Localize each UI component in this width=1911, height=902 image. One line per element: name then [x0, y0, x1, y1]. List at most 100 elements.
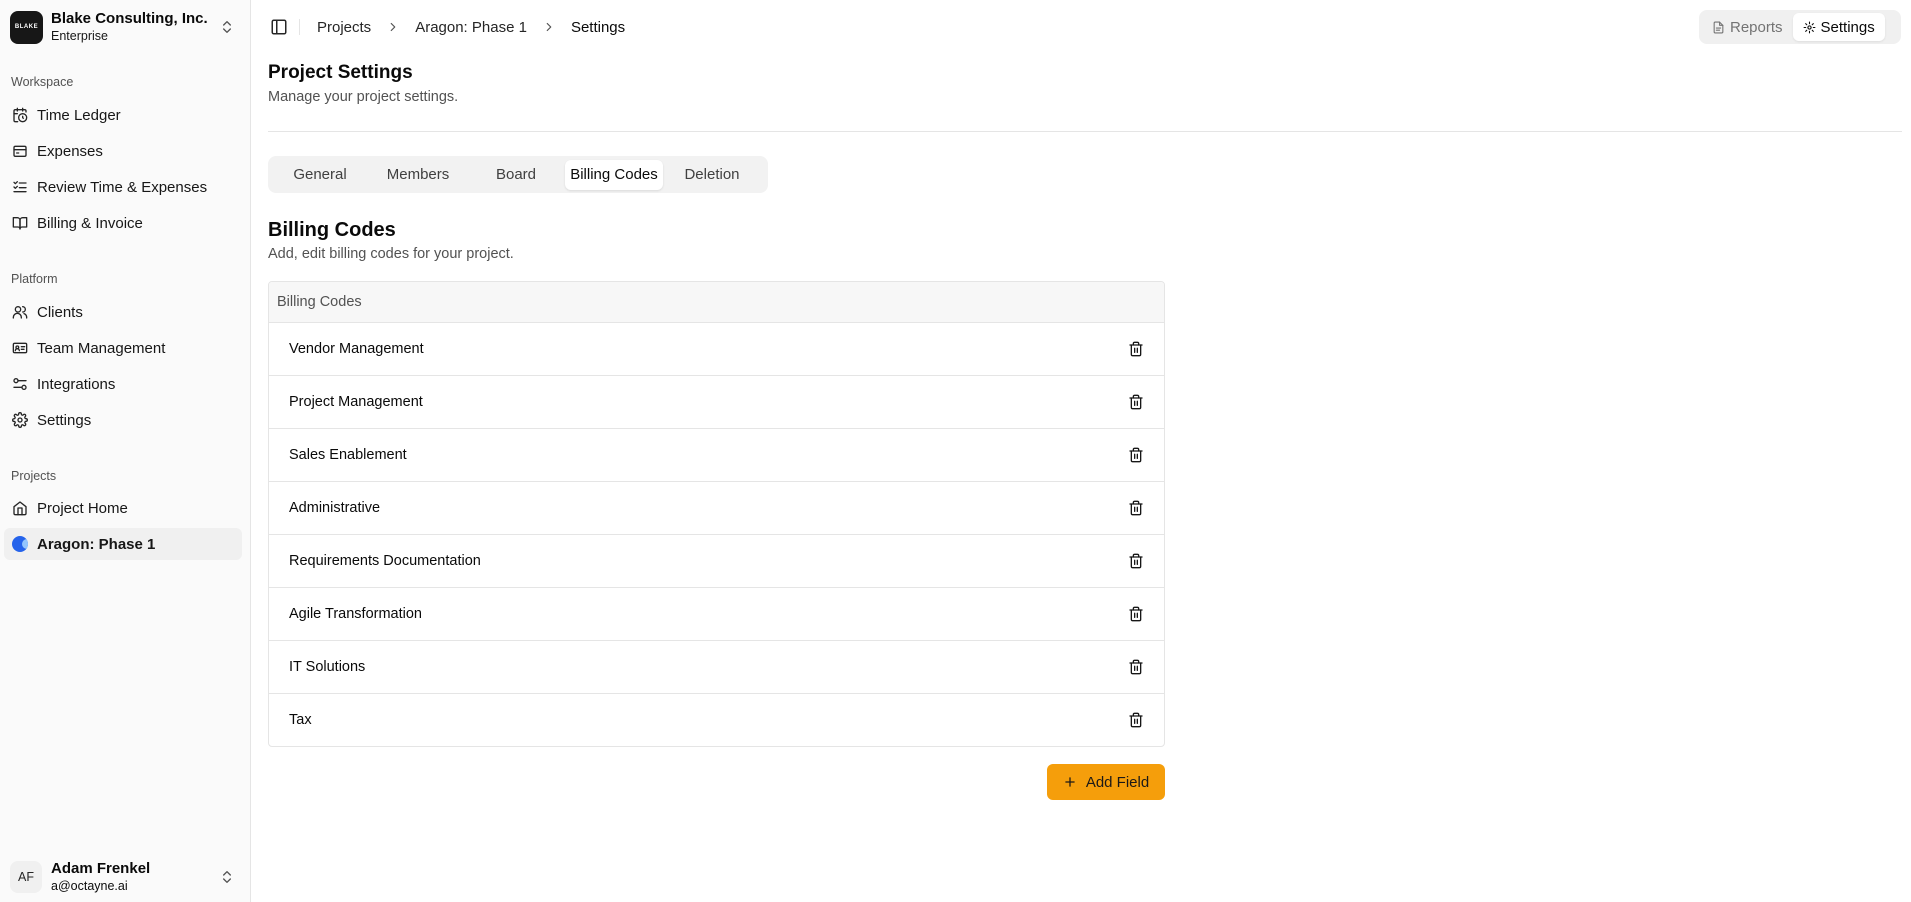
page-subtitle: Manage your project settings.	[268, 89, 459, 105]
trash-icon[interactable]	[1128, 500, 1144, 516]
sidebar-item-label: Clients	[37, 303, 83, 321]
sidebar-item-settings[interactable]: Settings	[4, 404, 242, 436]
chevrons-up-down-icon	[223, 871, 231, 883]
table-row: IT Solutions	[269, 641, 1164, 694]
billing-codes-table: Billing Codes Vendor Management Project M…	[268, 281, 1165, 747]
workspace-label: Workspace	[11, 75, 74, 89]
sidebar-item-team-management[interactable]: Team Management	[4, 332, 242, 364]
sidebar-item-label: Time Ledger	[37, 106, 121, 124]
tab-board[interactable]: Board	[467, 160, 565, 190]
billing-code-label[interactable]: Administrative	[289, 500, 380, 516]
billing-code-label[interactable]: Vendor Management	[289, 341, 424, 357]
user-name: Adam Frenkel	[51, 860, 151, 877]
sidebar-item-label: Billing & Invoice	[37, 214, 143, 232]
billing-code-label[interactable]: Tax	[289, 712, 312, 728]
sidebar-item-label: Aragon: Phase 1	[37, 535, 156, 553]
user-email: a@octayne.ai	[51, 879, 128, 893]
trash-icon[interactable]	[1128, 606, 1144, 622]
sidebar-item-label: Review Time & Expenses	[37, 178, 208, 196]
sliders-icon	[13, 378, 27, 390]
project-dot-icon	[12, 536, 28, 552]
checklist-icon	[13, 181, 27, 193]
tab-members[interactable]: Members	[369, 160, 467, 190]
projects-label: Projects	[11, 469, 57, 483]
book-open-icon	[12, 217, 28, 230]
org-logo: BLAKE	[10, 10, 43, 44]
org-plan: Enterprise	[51, 29, 108, 43]
org-name: Blake Consulting, Inc.	[51, 10, 208, 27]
user-menu[interactable]: AF Adam Frenkel a@octayne.ai	[10, 860, 241, 894]
table-row: Project Management	[269, 376, 1164, 429]
sidebar-item-review[interactable]: Review Time & Expenses	[4, 171, 242, 203]
avatar: AF	[10, 861, 42, 893]
sidebar-item-label: Team Management	[37, 339, 166, 357]
tab-billing-codes[interactable]: Billing Codes	[565, 159, 663, 190]
wallet-icon	[13, 145, 27, 157]
gear-icon	[1803, 21, 1815, 33]
trash-icon[interactable]	[1128, 553, 1144, 569]
sidebar-item-expenses[interactable]: Expenses	[4, 135, 242, 167]
file-icon	[1713, 21, 1724, 33]
breadcrumb-project[interactable]: Aragon: Phase 1	[415, 19, 527, 36]
sidebar-item-label: Expenses	[37, 142, 103, 160]
sidebar-item-aragon-phase-1[interactable]: Aragon: Phase 1	[4, 528, 242, 560]
sidebar-item-billing-invoice[interactable]: Billing & Invoice	[4, 207, 242, 239]
tab-general[interactable]: General	[271, 160, 369, 190]
sidebar-item-label: Integrations	[37, 375, 116, 393]
table-header: Billing Codes	[269, 282, 1164, 323]
divider	[268, 131, 1902, 132]
sidebar-item-label: Settings	[37, 411, 92, 429]
plus-icon	[1065, 777, 1075, 787]
section-subtitle: Add, edit billing codes for your project…	[268, 246, 514, 262]
sidebar-item-project-home[interactable]: Project Home	[4, 492, 242, 524]
sidebar-item-integrations[interactable]: Integrations	[4, 368, 242, 400]
table-row: Tax	[269, 694, 1164, 746]
breadcrumb: Projects Aragon: Phase 1 Settings	[317, 0, 625, 54]
page-title: Project Settings	[268, 62, 413, 83]
top-bar: Projects Aragon: Phase 1 Settings Report…	[252, 0, 1911, 54]
chevron-right-icon	[390, 22, 396, 32]
id-card-icon	[12, 342, 28, 354]
table-row: Vendor Management	[269, 323, 1164, 376]
sidebar: BLAKE Blake Consulting, Inc. Enterprise …	[0, 0, 251, 902]
breadcrumb-projects[interactable]: Projects	[317, 19, 371, 36]
users-icon	[12, 306, 28, 319]
trash-icon[interactable]	[1128, 447, 1144, 463]
gear-icon	[12, 412, 28, 428]
sidebar-item-label: Project Home	[37, 499, 128, 517]
settings-tabs: General Members Board Billing Codes Dele…	[268, 156, 768, 193]
add-field-label: Add Field	[1085, 773, 1150, 791]
billing-code-label[interactable]: Project Management	[289, 394, 423, 410]
billing-code-label[interactable]: Sales Enablement	[289, 447, 407, 463]
divider	[299, 19, 300, 35]
sidebar-item-time-ledger[interactable]: Time Ledger	[4, 99, 242, 131]
settings-label: Settings	[1820, 18, 1875, 36]
trash-icon[interactable]	[1128, 394, 1144, 410]
chevrons-up-down-icon	[223, 21, 231, 33]
trash-icon[interactable]	[1128, 712, 1144, 728]
view-switch: Reports Settings	[1699, 10, 1901, 44]
reports-label: Reports	[1730, 18, 1783, 36]
clock-calendar-icon	[13, 107, 28, 123]
breadcrumb-current: Settings	[570, 18, 626, 36]
table-row: Administrative	[269, 482, 1164, 535]
add-field-button[interactable]: Add Field	[1047, 764, 1165, 800]
sidebar-toggle-icon[interactable]	[270, 18, 288, 36]
billing-code-label[interactable]: IT Solutions	[289, 659, 365, 675]
home-icon	[13, 501, 27, 516]
table-row: Requirements Documentation	[269, 535, 1164, 588]
billing-code-label[interactable]: Agile Transformation	[289, 606, 422, 622]
trash-icon[interactable]	[1128, 659, 1144, 675]
platform-label: Platform	[11, 272, 58, 286]
settings-button[interactable]: Settings	[1792, 13, 1885, 41]
org-switcher[interactable]: BLAKE Blake Consulting, Inc. Enterprise	[10, 10, 241, 44]
reports-button[interactable]: Reports	[1702, 13, 1793, 41]
chevron-right-icon	[546, 22, 552, 32]
sidebar-item-clients[interactable]: Clients	[4, 296, 242, 328]
trash-icon[interactable]	[1128, 341, 1144, 357]
billing-code-label[interactable]: Requirements Documentation	[289, 553, 481, 569]
section-title: Billing Codes	[268, 219, 396, 241]
table-row: Sales Enablement	[269, 429, 1164, 482]
table-row: Agile Transformation	[269, 588, 1164, 641]
tab-deletion[interactable]: Deletion	[663, 160, 761, 190]
